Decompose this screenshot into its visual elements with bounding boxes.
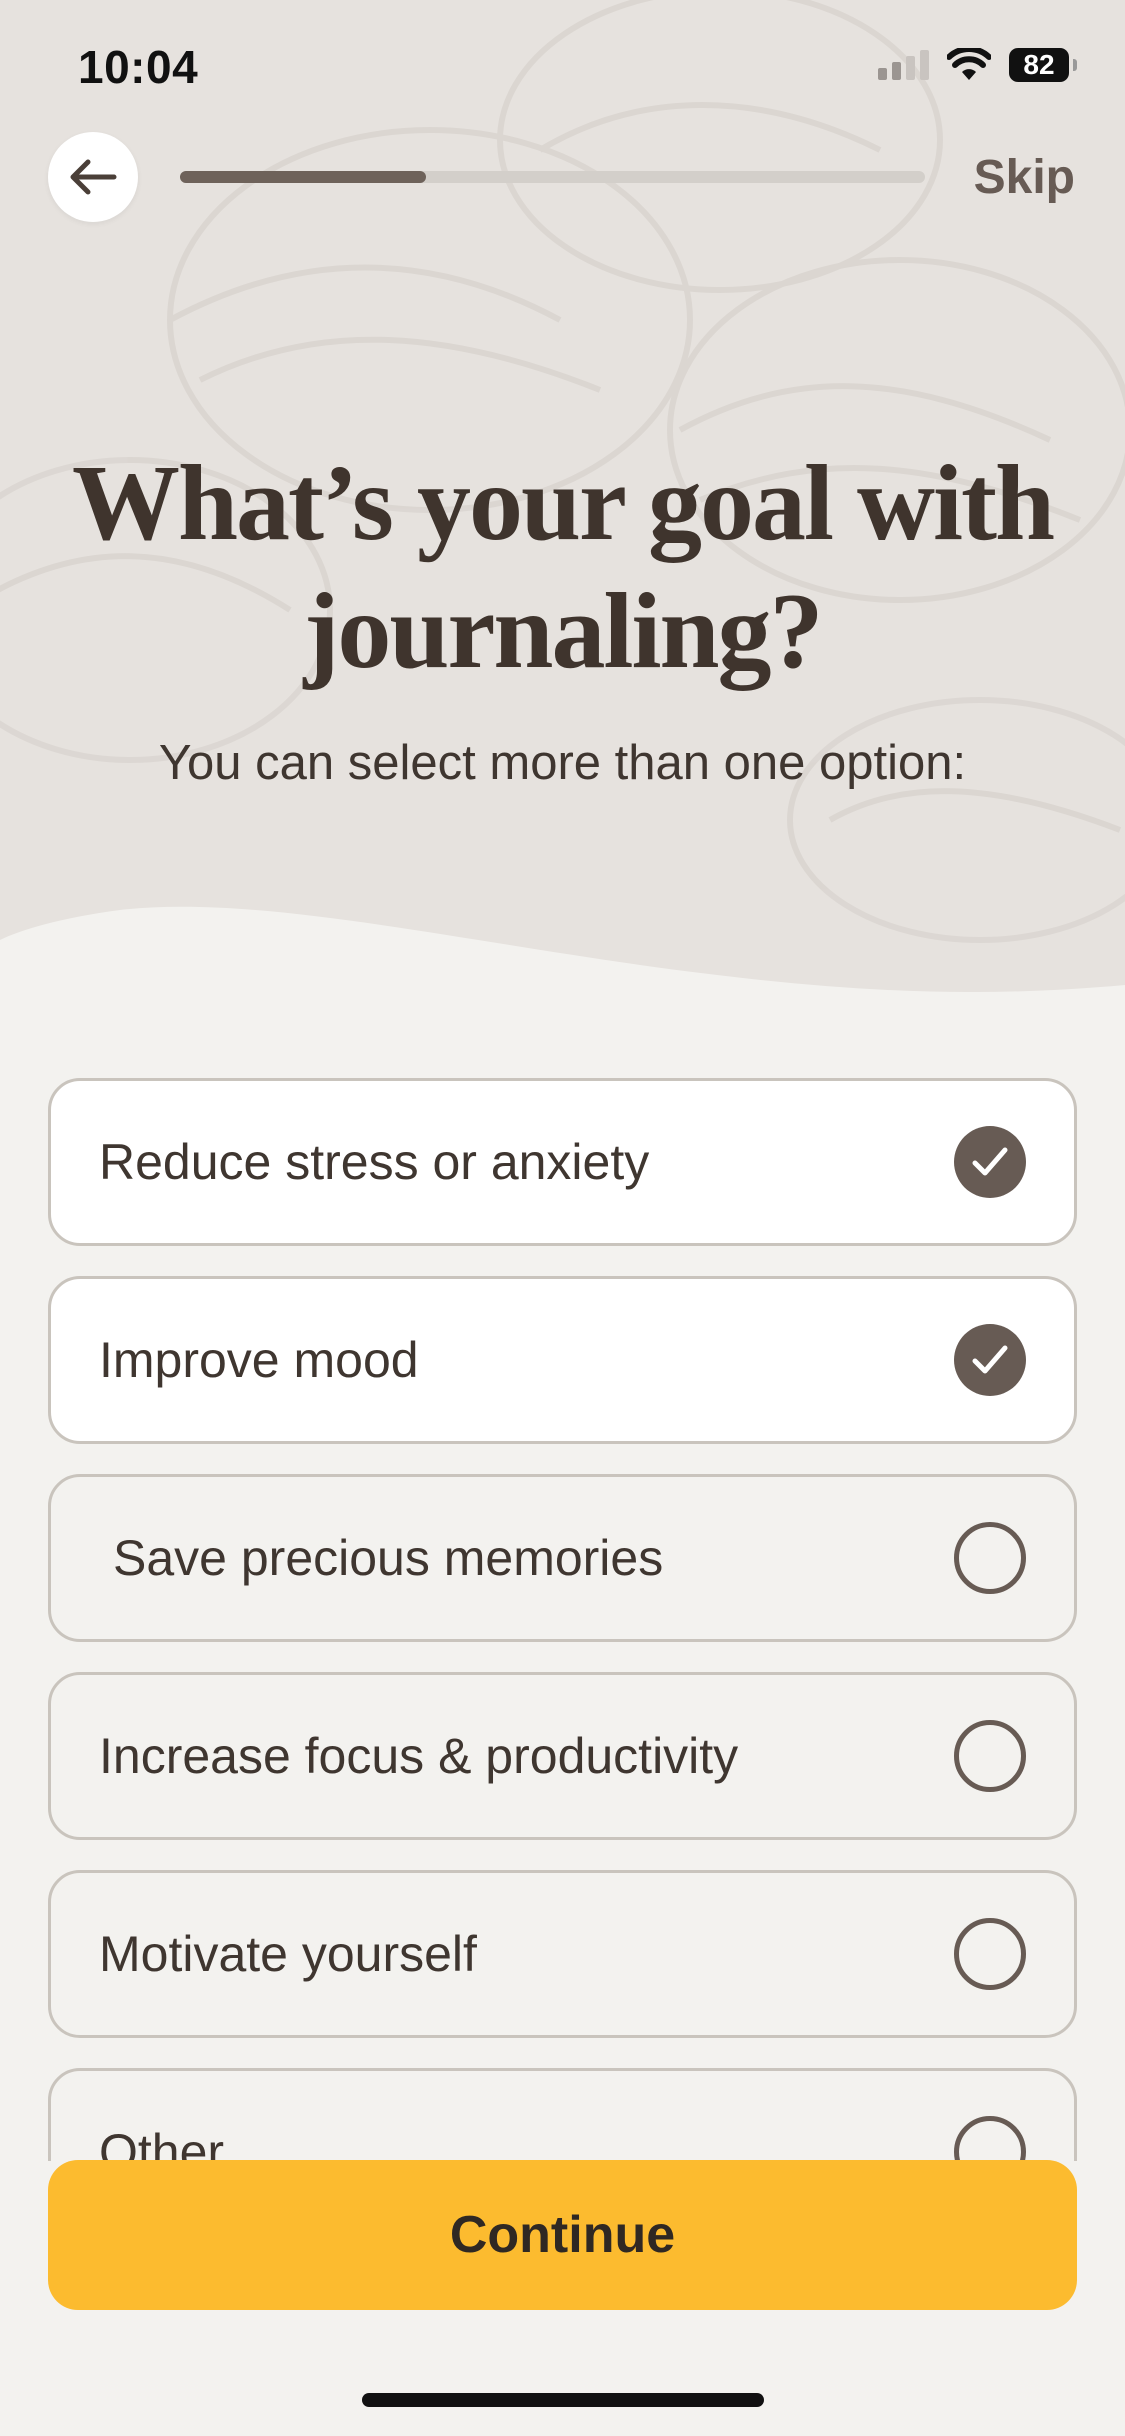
progress-bar: [180, 171, 925, 183]
option-label: Improve mood: [99, 1332, 419, 1388]
option-other[interactable]: Other: [48, 2068, 1077, 2161]
option-label: Motivate yourself: [99, 1926, 477, 1982]
option-label: Increase focus & productivity: [99, 1728, 739, 1784]
status-bar: 10:04 82: [0, 0, 1125, 140]
empty-circle-icon[interactable]: [954, 1918, 1026, 1990]
battery-icon: 82: [1009, 48, 1069, 82]
progress-fill: [180, 171, 426, 183]
checkmark-icon[interactable]: [954, 1126, 1026, 1198]
option-label: Reduce stress or anxiety: [99, 1134, 650, 1190]
status-icons: 82: [878, 48, 1077, 82]
option-increase-focus[interactable]: Increase focus & productivity: [48, 1672, 1077, 1840]
goal-options-list[interactable]: Reduce stress or anxiety Improve mood Sa…: [48, 1078, 1077, 2161]
checkmark-icon[interactable]: [954, 1324, 1026, 1396]
option-improve-mood[interactable]: Improve mood: [48, 1276, 1077, 1444]
status-time: 10:04: [78, 41, 199, 93]
continue-button[interactable]: Continue: [48, 2160, 1077, 2310]
option-label: Other: [99, 2124, 225, 2161]
empty-circle-icon[interactable]: [954, 1522, 1026, 1594]
empty-circle-icon[interactable]: [954, 2116, 1026, 2161]
wifi-icon: [947, 48, 991, 80]
option-label: Save precious memories: [113, 1530, 664, 1586]
battery-tip: [1073, 59, 1077, 71]
page-title: What’s your goal with journaling?: [71, 444, 1055, 691]
option-save-memories[interactable]: Save precious memories: [48, 1474, 1077, 1642]
home-indicator: [362, 2393, 764, 2407]
option-reduce-stress[interactable]: Reduce stress or anxiety: [48, 1078, 1077, 1246]
arrow-left-icon: [70, 159, 117, 195]
back-button[interactable]: [48, 132, 138, 222]
signal-icon: [878, 50, 929, 80]
option-motivate[interactable]: Motivate yourself: [48, 1870, 1077, 2038]
empty-circle-icon[interactable]: [954, 1720, 1026, 1792]
skip-button[interactable]: Skip: [974, 150, 1075, 205]
page-subtitle: You can select more than one option:: [158, 736, 967, 790]
